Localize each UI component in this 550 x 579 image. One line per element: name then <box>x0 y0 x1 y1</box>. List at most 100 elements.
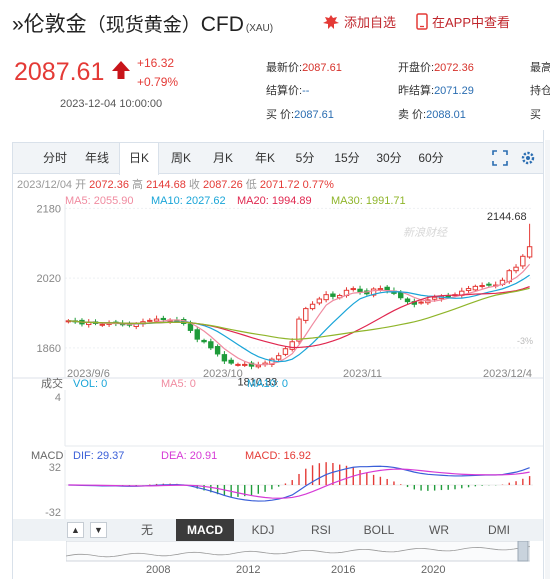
candle-body <box>296 318 302 342</box>
stat-label: 最新价: <box>266 62 303 74</box>
candle-body <box>431 296 438 300</box>
stat-item: 开盘价:2072.36 <box>398 59 474 75</box>
timeline-year: 2008 <box>146 564 170 576</box>
add-watchlist-label: 添加自选 <box>344 15 397 30</box>
dif-value: DIF: 29.37 <box>73 450 124 462</box>
stat-item: 结算价:-- <box>266 82 309 98</box>
dea-value: DEA: 20.91 <box>161 450 217 462</box>
add-watchlist-button[interactable]: 添加自选 <box>322 12 396 31</box>
indicator-rsi[interactable]: RSI <box>292 519 350 541</box>
stat-item: 昨结算:2071.29 <box>398 82 474 98</box>
stat-value: 2071.29 <box>434 85 474 97</box>
indicator-boll[interactable]: BOLL <box>350 519 408 541</box>
title-name: »伦敦金 <box>12 13 87 36</box>
candle-body <box>303 308 309 321</box>
scroll-down-button[interactable]: ▼ <box>90 522 107 538</box>
candle-body <box>289 341 295 350</box>
candle-body <box>513 266 519 272</box>
candle-body <box>255 364 262 368</box>
candle-body <box>418 301 424 304</box>
candle-body <box>330 293 336 297</box>
tab-7[interactable]: 15分 <box>327 143 367 174</box>
ma5-label: MA5: 2055.90 <box>65 195 134 207</box>
kline-chart[interactable]: 2023/12/04 开 2072.36 高 2144.68 收 2087.26… <box>13 174 543 519</box>
stat-item: 最新价:2087.61 <box>266 59 342 75</box>
tab-3[interactable]: 周K <box>161 143 201 174</box>
candle-body <box>221 354 228 362</box>
scroll-up-button[interactable]: ▲ <box>67 522 84 538</box>
timeline-year: 2012 <box>236 564 260 576</box>
macd-axis-top: 32 <box>49 462 61 474</box>
indicator-无[interactable]: 无 <box>118 519 176 541</box>
indicator-kdj[interactable]: KDJ <box>234 519 292 541</box>
candle-body <box>235 363 241 366</box>
tab-5[interactable]: 年K <box>245 143 285 174</box>
quote-time: 2023-12-04 10:00:00 <box>60 98 163 110</box>
change-value: +16.32 <box>137 56 175 70</box>
candle-body <box>228 359 234 364</box>
period-tabs: 分时 年线 日K 周K 月K 年K 5分 15分 30分 60分 <box>13 143 543 175</box>
tab-2[interactable]: 日K <box>119 143 159 175</box>
tab-4[interactable]: 月K <box>203 143 243 174</box>
candle-body <box>384 286 390 291</box>
ma5-line <box>68 263 531 366</box>
title-paren: （现货黄金） <box>86 15 201 36</box>
page-title: »伦敦金（现货黄金）CFD (XAU) <box>12 8 273 38</box>
stat-label: 持仓 <box>530 85 550 97</box>
open-app-button[interactable]: 在APP中查看 <box>416 12 510 31</box>
macd-label: MACD <box>31 450 63 462</box>
pct-label: -3% <box>517 336 533 346</box>
phone-icon <box>416 13 428 30</box>
stat-item: 买 <box>530 106 541 122</box>
candle-body <box>316 298 323 304</box>
settings-icon[interactable] <box>520 150 536 166</box>
candle-body <box>275 355 282 360</box>
tab-0[interactable]: 分时 <box>35 143 75 174</box>
indicator-wr[interactable]: WR <box>410 519 468 541</box>
title-cfd: CFD <box>200 13 244 36</box>
tab-9[interactable]: 60分 <box>411 143 451 174</box>
ma30-label: MA30: 1991.71 <box>331 195 406 207</box>
candle-body <box>377 288 384 291</box>
vol-axis-label: 4 <box>55 392 61 404</box>
indicator-dmi[interactable]: DMI <box>470 519 528 541</box>
candle-body <box>208 341 214 349</box>
x-axis-label: 2023/11 <box>343 368 382 380</box>
open-app-label: 在APP中查看 <box>432 15 511 30</box>
candle-body <box>309 303 316 310</box>
candle-body <box>99 323 106 326</box>
volume-label: 成交 <box>41 376 63 390</box>
stat-label: 买 <box>530 109 541 121</box>
candle-body <box>357 288 363 293</box>
change-percent: +0.79% <box>137 75 179 89</box>
vol-value: VOL: 0 <box>73 378 107 390</box>
indicator-bar: ▲ ▼ 无 MACD KDJ RSI BOLL WR DMI <box>13 519 543 541</box>
tab-6[interactable]: 5分 <box>285 143 325 174</box>
add-watchlist-icon <box>323 14 339 29</box>
stat-label: 卖 价: <box>398 109 427 121</box>
candle-body <box>526 246 533 258</box>
candle-body <box>472 285 479 291</box>
candle-body <box>486 283 492 286</box>
timeline-handle <box>517 541 529 562</box>
stat-item: 最高 <box>530 59 550 75</box>
stat-label: 结算价: <box>266 85 303 97</box>
tab-1[interactable]: 年线 <box>77 143 117 174</box>
indicator-macd[interactable]: MACD <box>176 519 234 541</box>
vol-ma10: MA10: 0 <box>247 378 288 390</box>
side-panel-edge <box>545 140 550 579</box>
fullscreen-icon[interactable] <box>492 150 508 166</box>
x-axis-label: 2023/10 <box>203 368 243 380</box>
candle-body <box>160 317 167 321</box>
tab-8[interactable]: 30分 <box>369 143 409 174</box>
candle-body <box>194 329 200 340</box>
candle-body <box>350 288 356 291</box>
timeline-navigator[interactable]: 2008 2012 2016 2020 <box>66 541 530 577</box>
stat-value: 2088.01 <box>426 109 466 121</box>
stat-label: 买 价: <box>266 109 295 121</box>
stat-item: 卖 价:2088.01 <box>398 106 466 122</box>
candle-body <box>187 323 194 331</box>
macd-value: MACD: 16.92 <box>245 450 311 462</box>
stat-label: 最高 <box>530 62 550 74</box>
macd-axis-bottom: -32 <box>45 507 61 519</box>
